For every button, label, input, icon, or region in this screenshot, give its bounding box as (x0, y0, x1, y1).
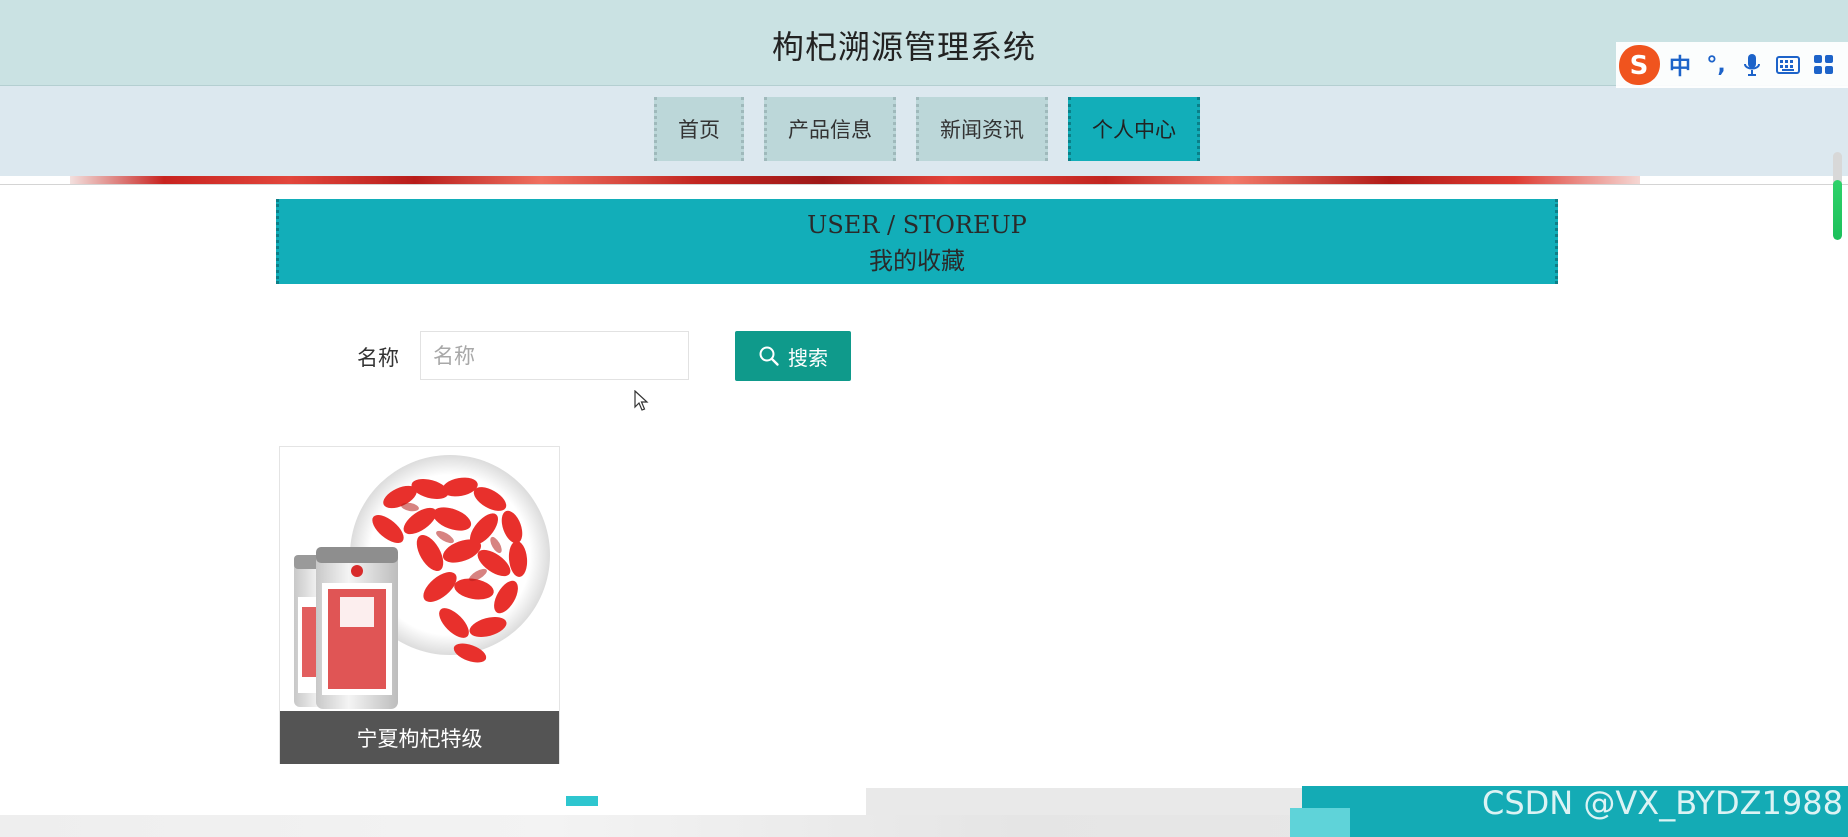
page-divider (0, 184, 1848, 185)
product-card[interactable]: 宁夏枸杞特级 (279, 446, 560, 764)
ime-logo-letter: S (1630, 51, 1649, 81)
search-input[interactable] (420, 331, 689, 380)
scrollbar-thumb[interactable] (1833, 152, 1842, 240)
page-scrollbar[interactable] (1830, 150, 1844, 760)
ime-mode-toggle[interactable]: 中 (1662, 42, 1698, 88)
product-image (280, 447, 559, 711)
mouse-cursor-icon (634, 390, 649, 411)
search-button[interactable]: 搜索 (735, 331, 851, 381)
microphone-icon[interactable] (1734, 42, 1770, 88)
search-icon (759, 346, 779, 366)
nav-bar: 首页 产品信息 新闻资讯 个人中心 (0, 86, 1848, 176)
search-label: 名称 (357, 346, 399, 370)
ime-punct-toggle[interactable]: °, (1698, 42, 1734, 88)
search-button-label: 搜索 (788, 345, 828, 370)
nav-item-news[interactable]: 新闻资讯 (916, 97, 1048, 161)
product-name: 宁夏枸杞特级 (280, 711, 559, 764)
nav-item-products[interactable]: 产品信息 (764, 97, 896, 161)
bottom-accent (566, 796, 598, 806)
site-title: 枸杞溯源管理系统 (771, 28, 1036, 66)
scrollbar-thumb-highlight (1833, 180, 1842, 240)
section-title-cn: 我的收藏 (869, 247, 965, 275)
ime-logo-icon[interactable]: S (1616, 42, 1662, 88)
nav-list: 首页 产品信息 新闻资讯 个人中心 (654, 97, 1200, 161)
keyboard-icon[interactable] (1770, 42, 1806, 88)
bottom-block (866, 788, 1306, 815)
watermark: CSDN @VX_BYDZ1988 (1482, 784, 1843, 822)
footer-teal-accent (1290, 808, 1350, 837)
toolbox-grid-icon[interactable] (1806, 42, 1842, 88)
ime-toolbar: S 中 °, (1616, 42, 1848, 88)
section-title-en: USER / STOREUP (807, 211, 1027, 239)
section-header: USER / STOREUP 我的收藏 (276, 199, 1558, 284)
top-header: 枸杞溯源管理系统 (0, 0, 1848, 86)
banner-strip (70, 176, 1640, 184)
nav-item-home[interactable]: 首页 (654, 97, 744, 161)
nav-item-personal-center[interactable]: 个人中心 (1068, 97, 1200, 161)
